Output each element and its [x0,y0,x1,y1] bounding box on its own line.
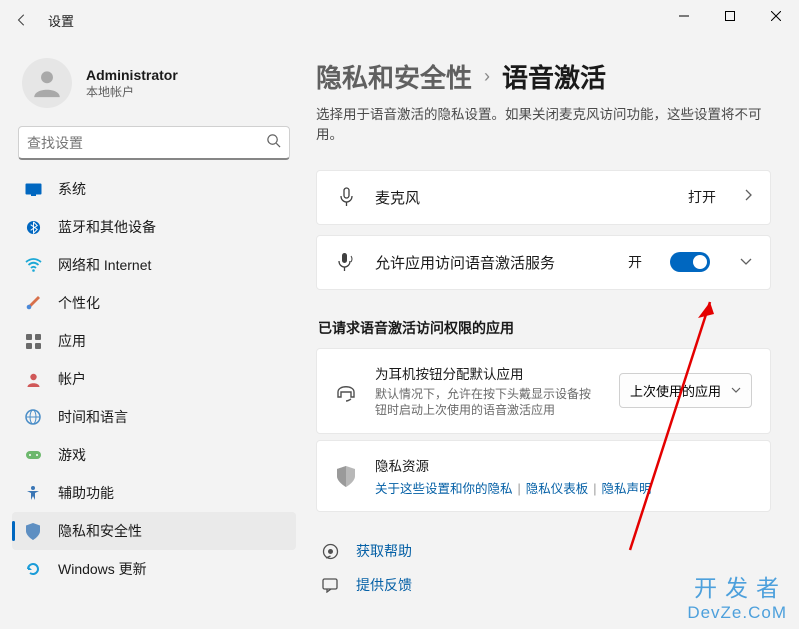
nav-privacy[interactable]: 隐私和安全性 [12,512,296,550]
page-description: 选择用于语音激活的隐私设置。如果关闭麦克风访问功能，这些设置将不可用。 [316,105,771,146]
card-state: 打开 [688,187,716,207]
nav: 系统 蓝牙和其他设备 网络和 Internet 个性化 应用 帐户 [12,170,296,588]
privacy-link-statement[interactable]: 隐私声明 [602,482,652,496]
close-button[interactable] [753,0,799,32]
headset-title: 为耳机按钮分配默认应用 [375,363,601,383]
nav-label: 蓝牙和其他设备 [58,217,156,237]
nav-apps[interactable]: 应用 [12,322,296,360]
globe-icon [24,408,42,426]
privacy-link-dashboard[interactable]: 隐私仪表板 [526,482,589,496]
nav-label: 系统 [58,179,86,199]
minimize-button[interactable] [661,0,707,32]
nav-time-language[interactable]: 时间和语言 [12,398,296,436]
chevron-right-icon [744,188,752,206]
page-title: 语音激活 [502,58,606,95]
get-help-link[interactable]: 获取帮助 [316,534,771,568]
search-icon [266,133,281,153]
nav-personalization[interactable]: 个性化 [12,284,296,322]
maximize-button[interactable] [707,0,753,32]
microphone-sound-icon [335,252,357,272]
nav-accessibility[interactable]: 辅助功能 [12,474,296,512]
nav-label: 帐户 [58,369,86,389]
user-subtitle: 本地帐户 [86,83,178,100]
search-box[interactable] [18,126,290,160]
toggle-state: 开 [628,252,642,272]
window-title: 设置 [48,11,74,30]
search-input[interactable] [27,135,266,151]
nav-label: 游戏 [58,445,86,465]
nav-label: 个性化 [58,293,100,313]
nav-label: Windows 更新 [58,559,147,579]
voice-activation-card[interactable]: 允许应用访问语音激活服务 开 [316,235,771,290]
back-button[interactable] [4,2,40,38]
wifi-icon [24,256,42,274]
headset-icon [335,380,357,402]
feedback-icon [320,577,340,593]
toggle-switch[interactable] [670,252,710,272]
privacy-link-about[interactable]: 关于这些设置和你的隐私 [375,482,513,496]
nav-windows-update[interactable]: Windows 更新 [12,550,296,588]
shield-icon [24,522,42,540]
help-label[interactable]: 获取帮助 [356,541,412,561]
headset-desc: 默认情况下，允许在按下头戴显示设备按钮时启动上次使用的语音激活应用 [375,386,601,420]
accessibility-icon [24,484,42,502]
nav-gaming[interactable]: 游戏 [12,436,296,474]
nav-label: 应用 [58,331,86,351]
nav-network[interactable]: 网络和 Internet [12,246,296,284]
default-app-dropdown[interactable]: 上次使用的应用 [619,373,752,408]
display-icon [24,180,42,198]
feedback-link[interactable]: 提供反馈 [316,568,771,602]
help-icon [320,543,340,560]
privacy-resources-card: 隐私资源 关于这些设置和你的隐私|隐私仪表板|隐私声明 [316,440,771,512]
apps-icon [24,332,42,350]
sidebar: Administrator 本地帐户 系统 蓝牙和其他设备 网络和 Intern… [0,40,308,629]
nav-label: 网络和 Internet [58,255,151,275]
breadcrumb: 隐私和安全性 › 语音激活 [316,58,771,95]
chevron-down-icon [731,387,741,394]
privacy-title: 隐私资源 [375,455,752,475]
update-icon [24,560,42,578]
gamepad-icon [24,446,42,464]
shield-icon [335,466,357,487]
headset-default-card: 为耳机按钮分配默认应用 默认情况下，允许在按下头戴显示设备按钮时启动上次使用的语… [316,348,771,435]
feedback-label[interactable]: 提供反馈 [356,575,412,595]
user-name: Administrator [86,67,178,83]
person-icon [24,370,42,388]
nav-system[interactable]: 系统 [12,170,296,208]
breadcrumb-parent[interactable]: 隐私和安全性 [316,58,472,95]
nav-label: 辅助功能 [58,483,114,503]
microphone-card[interactable]: 麦克风 打开 [316,170,771,225]
dropdown-label: 上次使用的应用 [630,381,721,400]
nav-label: 时间和语言 [58,407,128,427]
chevron-down-icon[interactable] [740,253,752,271]
card-label: 麦克风 [375,187,670,208]
nav-accounts[interactable]: 帐户 [12,360,296,398]
brush-icon [24,294,42,312]
section-title: 已请求语音激活访问权限的应用 [318,318,771,338]
main-content: 隐私和安全性 › 语音激活 选择用于语音激活的隐私设置。如果关闭麦克风访问功能，… [308,40,799,629]
chevron-right-icon: › [484,66,490,87]
avatar [22,58,72,108]
user-block[interactable]: Administrator 本地帐户 [12,40,296,126]
nav-label: 隐私和安全性 [58,521,142,541]
bluetooth-icon [24,218,42,236]
card-label: 允许应用访问语音激活服务 [375,252,610,273]
nav-bluetooth[interactable]: 蓝牙和其他设备 [12,208,296,246]
microphone-icon [335,187,357,207]
